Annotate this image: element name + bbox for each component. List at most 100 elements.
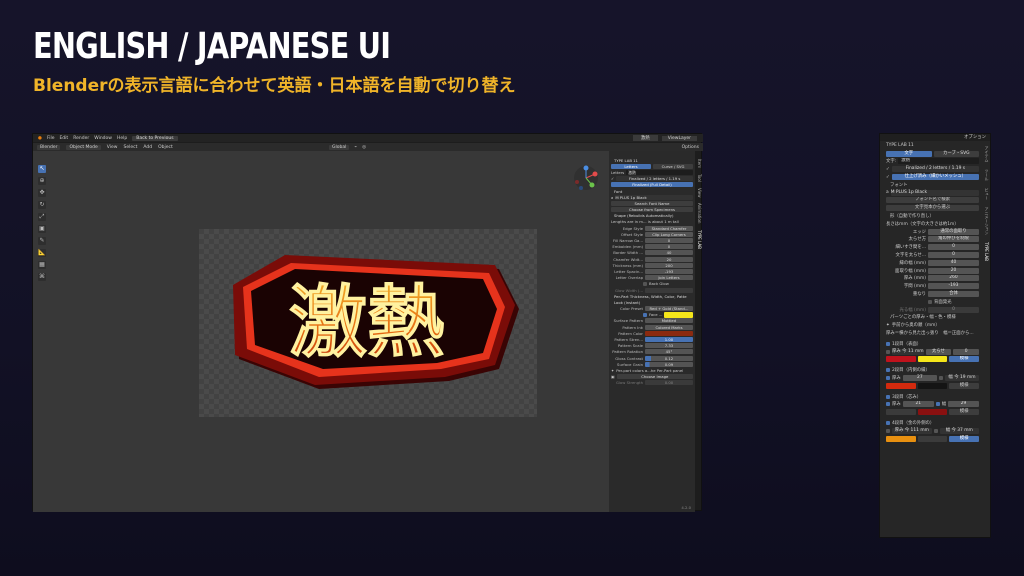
- border-width-field-jp[interactable]: 40: [928, 259, 979, 266]
- font-name-field[interactable]: M PLUS 1p Black: [615, 194, 693, 200]
- finalize-button[interactable]: Finalized (Full Detail): [611, 182, 693, 188]
- layer-width-value[interactable]: 29: [948, 401, 980, 408]
- tab-typelab[interactable]: TYPE LAB: [697, 230, 702, 249]
- tab-tool-jp[interactable]: ツール: [984, 169, 990, 181]
- border-width-field[interactable]: 40: [645, 250, 693, 256]
- pattern-color-swatch[interactable]: [645, 330, 693, 336]
- menu-render[interactable]: Render: [73, 136, 89, 141]
- menu-help[interactable]: Help: [117, 136, 127, 141]
- layer-color-1[interactable]: [886, 356, 916, 363]
- layer-color-1[interactable]: [886, 409, 916, 416]
- menu-select[interactable]: Select: [123, 145, 137, 150]
- cursor-tool-icon[interactable]: ⊕: [38, 177, 46, 185]
- thickness-field[interactable]: 200: [645, 262, 693, 268]
- letters-input-jp[interactable]: 激熱: [898, 158, 979, 165]
- edge-style-dropdown[interactable]: Standard Chamfer: [645, 225, 693, 231]
- embolden-field-jp[interactable]: 0: [928, 252, 979, 259]
- thick-checkbox[interactable]: [886, 428, 890, 433]
- editor-type-dropdown[interactable]: Blender: [37, 144, 61, 150]
- transform-tool-icon[interactable]: ▣: [38, 225, 46, 233]
- navigation-gizmo[interactable]: [573, 165, 599, 191]
- letters-input[interactable]: 激熱: [626, 169, 693, 175]
- search-font-button-jp[interactable]: フォント名で検索: [886, 197, 979, 204]
- select-tool-icon[interactable]: ↖: [38, 165, 46, 173]
- tab-animation-jp[interactable]: アニメーション: [984, 207, 990, 235]
- tab-curve-svg[interactable]: Curve / SVG: [653, 163, 693, 169]
- finalize-button-jp[interactable]: 仕上げ済み（細かいメッシュ）: [891, 174, 979, 181]
- gap-field-jp[interactable]: 0: [928, 244, 979, 251]
- chamfer-width-field[interactable]: 20: [645, 256, 693, 262]
- layer-thickness[interactable]: 厚み 今 11 mm: [892, 348, 924, 355]
- surface-pattern-dropdown[interactable]: Mottled: [645, 318, 693, 324]
- options-dropdown[interactable]: Options: [682, 145, 699, 150]
- annotate-tool-icon[interactable]: ✎: [38, 237, 46, 245]
- menu-add[interactable]: Add: [143, 145, 152, 150]
- pattern-ink-dropdown[interactable]: Colored Marks: [645, 324, 693, 330]
- scale-tool-icon[interactable]: ⤢: [38, 213, 46, 221]
- rotate-tool-icon[interactable]: ↻: [38, 201, 46, 209]
- parts-section-jp[interactable]: パーツごとの厚み・幅・色・模様: [886, 314, 956, 320]
- mode-dropdown[interactable]: Object Mode: [66, 144, 101, 150]
- layer-color-2[interactable]: [917, 409, 948, 416]
- layer-pattern-button[interactable]: 模様: [949, 409, 980, 416]
- width-checkbox[interactable]: [938, 376, 943, 380]
- face-color-swatch[interactable]: [664, 311, 693, 318]
- offset-style-dropdown[interactable]: Clip Long Corners: [645, 231, 693, 237]
- tab-typelab-jp[interactable]: TYPE LAB: [984, 242, 989, 261]
- edge-dropdown-jp[interactable]: 通常の面取り: [928, 228, 979, 235]
- shape-section-header[interactable]: Shape (Rebuilds Automatically): [611, 213, 674, 218]
- layer-color-2[interactable]: [917, 435, 948, 442]
- layer-color-2[interactable]: [917, 356, 948, 363]
- back-glow-checkbox[interactable]: [643, 281, 647, 286]
- back-glow-checkbox-jp[interactable]: [928, 299, 932, 304]
- extra-tool-icon[interactable]: ⌘: [38, 273, 46, 281]
- tab-animation[interactable]: Animation: [697, 203, 702, 223]
- tab-item-jp[interactable]: アイテム: [984, 146, 990, 162]
- tab-letters-jp[interactable]: 文字: [886, 150, 932, 157]
- thick-checkbox[interactable]: [886, 376, 890, 380]
- chamfer-field-jp[interactable]: 20: [928, 267, 979, 274]
- letter-spacing-field[interactable]: -193: [645, 268, 693, 274]
- layer-width[interactable]: 幅 今 37 mm: [939, 427, 979, 434]
- layer-pattern-button[interactable]: 模様: [949, 435, 980, 442]
- font-section-header[interactable]: Font: [611, 189, 622, 194]
- pattern-strength-slider[interactable]: 1.00: [645, 337, 693, 343]
- layer-width-value[interactable]: 0: [953, 348, 980, 355]
- layer-checkbox[interactable]: [886, 341, 890, 346]
- layer-color-2[interactable]: [917, 382, 948, 389]
- layer-color-1[interactable]: [886, 435, 916, 442]
- move-tool-icon[interactable]: ✥: [38, 189, 46, 197]
- tab-curve-jp[interactable]: カーブ・SVG: [933, 150, 979, 157]
- per-part-section-header[interactable]: Per-Part Thickness, Width, Color, Patte: [611, 294, 687, 299]
- tab-view[interactable]: View: [697, 188, 702, 198]
- proportional-icon[interactable]: ◎: [362, 145, 366, 150]
- menu-view[interactable]: View: [107, 145, 118, 150]
- offset-dropdown-jp[interactable]: 角の伸びを制限: [928, 236, 979, 243]
- thick-checkbox[interactable]: [886, 402, 890, 407]
- scene-selector[interactable]: 激熱: [632, 135, 658, 141]
- tab-letters[interactable]: Letters: [611, 163, 651, 169]
- menu-edit[interactable]: Edit: [59, 136, 68, 141]
- layer-color-1[interactable]: [886, 382, 916, 389]
- width-checkbox[interactable]: [933, 428, 938, 433]
- shape-section-jp[interactable]: 形（自動で作り直し）: [886, 213, 934, 219]
- layer-checkbox[interactable]: [886, 420, 890, 425]
- font-section-jp[interactable]: フォント: [886, 182, 908, 188]
- fill-narrow-field[interactable]: 0: [645, 238, 693, 244]
- add-cube-tool-icon[interactable]: ▦: [38, 261, 46, 269]
- tab-item[interactable]: Item: [697, 159, 702, 168]
- thickness-field-jp[interactable]: 260: [928, 275, 979, 282]
- menu-window[interactable]: Window: [94, 136, 112, 141]
- overlap-dropdown-jp[interactable]: 合体: [928, 291, 979, 298]
- letter-overlap-dropdown[interactable]: Join Letters: [645, 275, 693, 281]
- tab-view-jp[interactable]: ビュー: [984, 188, 990, 200]
- 3d-viewport[interactable]: ↖ ⊕ ✥ ↻ ⤢ ▣ ✎ 📐 ▦ ⌘ 激熱: [33, 151, 609, 512]
- embolden-field[interactable]: 0: [645, 244, 693, 250]
- back-to-previous-button[interactable]: Back to Previous: [132, 135, 178, 141]
- choose-image-button[interactable]: Choose Image: [616, 374, 693, 380]
- gloss-contrast-slider[interactable]: 0.12: [645, 355, 693, 361]
- look-section-header[interactable]: Look (Instant): [611, 300, 640, 305]
- layer-width[interactable]: 幅 今 19 mm: [944, 375, 980, 381]
- surface-grain-slider[interactable]: 0.09: [645, 361, 693, 367]
- layer-thickness-value[interactable]: 21: [902, 401, 934, 408]
